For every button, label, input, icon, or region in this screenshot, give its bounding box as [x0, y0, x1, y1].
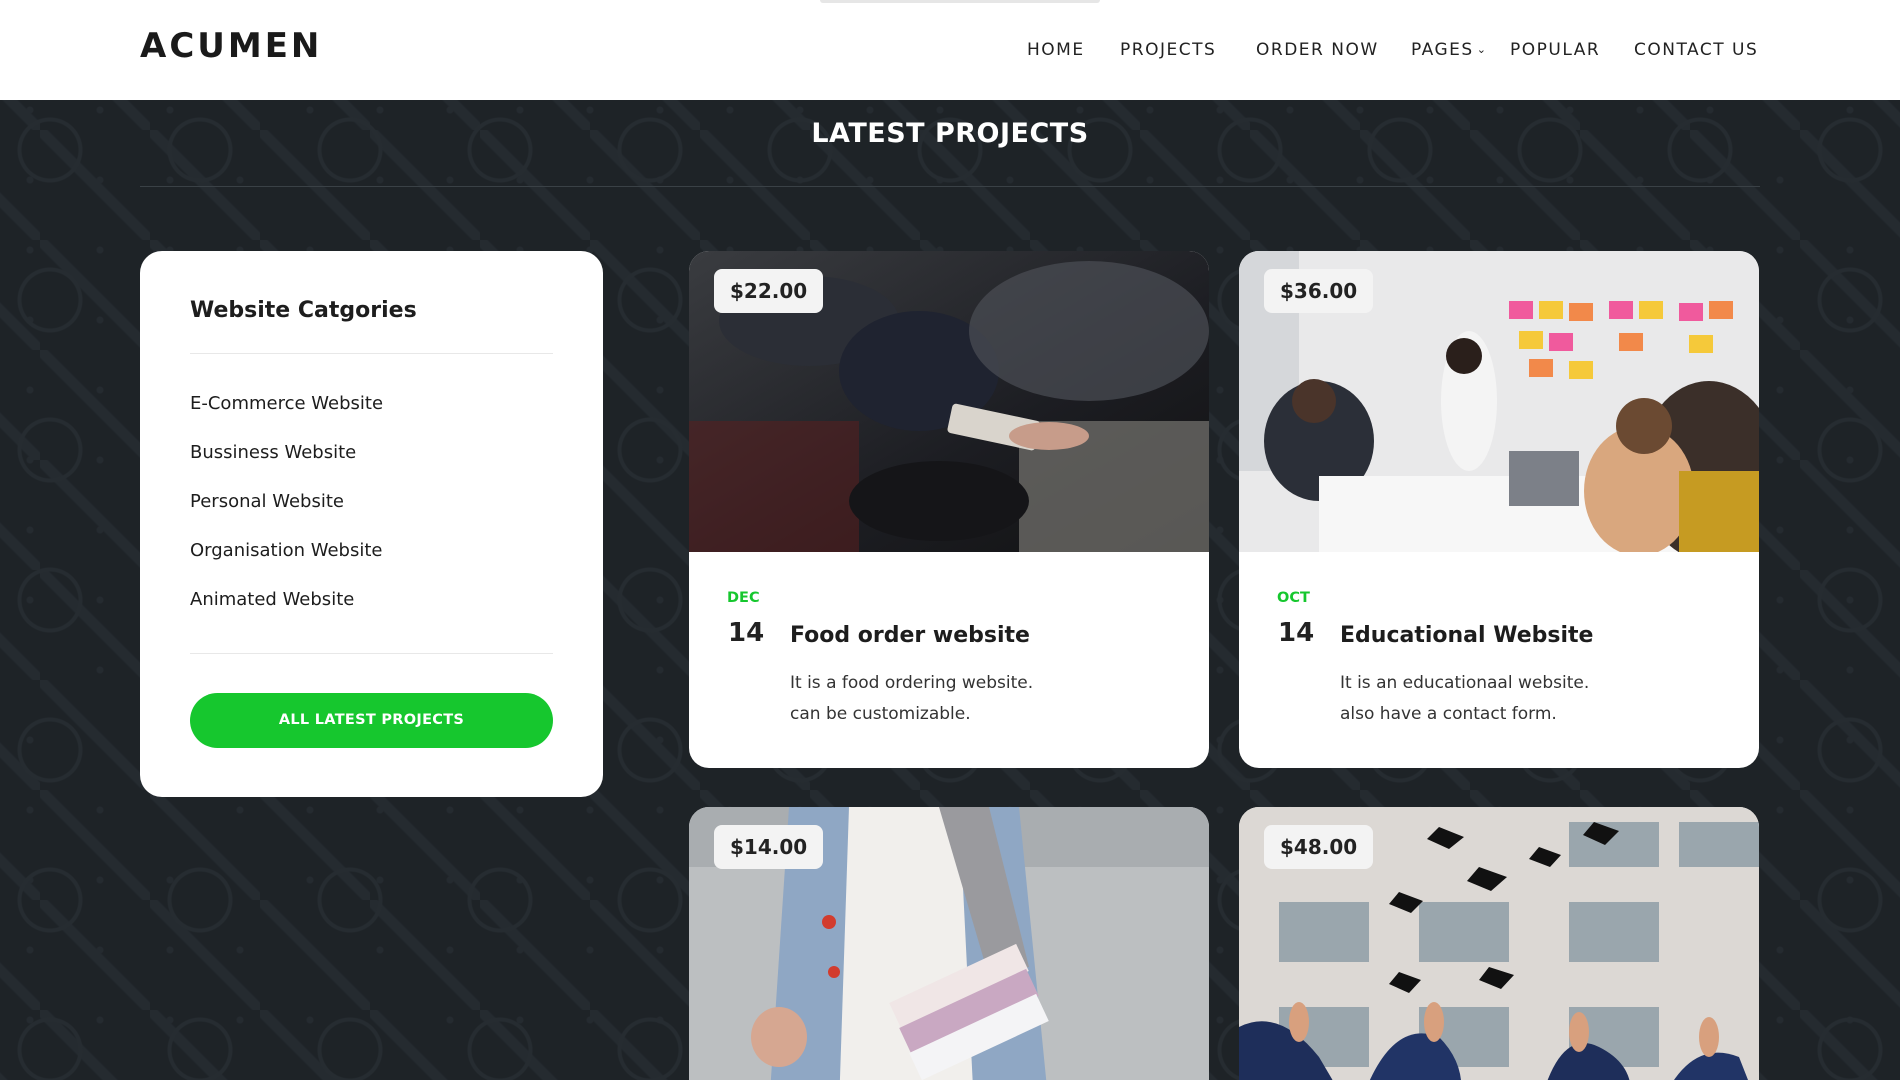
- category-item-organisation[interactable]: Organisation Website: [190, 540, 383, 589]
- nav-contact-us[interactable]: CONTACT US: [1634, 40, 1758, 60]
- sidebar-divider-bottom: [190, 653, 553, 654]
- header-shadow: [820, 0, 1100, 3]
- category-item-personal[interactable]: Personal Website: [190, 491, 383, 540]
- card-body: OCT 14 Educational Website It is an educ…: [1239, 552, 1759, 768]
- project-description-line: also have a contact form.: [1340, 704, 1557, 724]
- nav-home[interactable]: HOME: [1027, 40, 1085, 60]
- nav-order-now[interactable]: ORDER NOW: [1256, 40, 1379, 60]
- sidebar-title: Website Catgories: [190, 298, 417, 323]
- category-item-business[interactable]: Bussiness Website: [190, 442, 383, 491]
- card-body: DEC 14 Food order website It is a food o…: [689, 552, 1209, 768]
- categories-sidebar: Website Catgories E-Commerce Website Bus…: [140, 251, 603, 797]
- project-title[interactable]: Educational Website: [1340, 623, 1593, 648]
- project-card[interactable]: $14.00: [689, 807, 1209, 1080]
- price-badge: $14.00: [714, 825, 824, 869]
- main-nav: HOME PROJECTS ORDER NOW PAGES ⌄ POPULAR C…: [0, 40, 1900, 64]
- sidebar-divider-top: [190, 353, 553, 354]
- nav-projects[interactable]: PROJECTS: [1120, 40, 1216, 60]
- chevron-down-icon: ⌄: [1476, 43, 1488, 56]
- site-header: ACUMEN HOME PROJECTS ORDER NOW PAGES ⌄ PO…: [0, 0, 1900, 100]
- post-day: 14: [1278, 618, 1315, 648]
- project-description-line: It is an educationaal website.: [1340, 673, 1590, 693]
- all-latest-projects-button[interactable]: ALL LATEST PROJECTS: [190, 693, 553, 748]
- category-item-animated[interactable]: Animated Website: [190, 589, 383, 638]
- post-day: 14: [728, 618, 765, 648]
- nav-pages-label: PAGES: [1411, 40, 1474, 60]
- project-description-line: can be customizable.: [790, 704, 971, 724]
- price-badge: $48.00: [1264, 825, 1374, 869]
- price-badge: $36.00: [1264, 269, 1374, 313]
- category-item-ecommerce[interactable]: E-Commerce Website: [190, 393, 383, 442]
- project-card[interactable]: $22.00 DEC 14 Food order website It is a…: [689, 251, 1209, 768]
- project-title[interactable]: Food order website: [790, 623, 1030, 648]
- nav-popular[interactable]: POPULAR: [1510, 40, 1600, 60]
- post-month: DEC: [727, 590, 760, 606]
- category-list: E-Commerce Website Bussiness Website Per…: [190, 393, 383, 638]
- nav-pages[interactable]: PAGES ⌄: [1411, 40, 1487, 60]
- project-card[interactable]: $48.00: [1239, 807, 1759, 1080]
- project-card[interactable]: $36.00 OCT 14 Educational Website It is …: [1239, 251, 1759, 768]
- project-description-line: It is a food ordering website.: [790, 673, 1034, 693]
- section-divider: [140, 186, 1760, 187]
- section-title: LATEST PROJECTS: [811, 118, 1089, 149]
- price-badge: $22.00: [714, 269, 824, 313]
- post-month: OCT: [1277, 590, 1310, 606]
